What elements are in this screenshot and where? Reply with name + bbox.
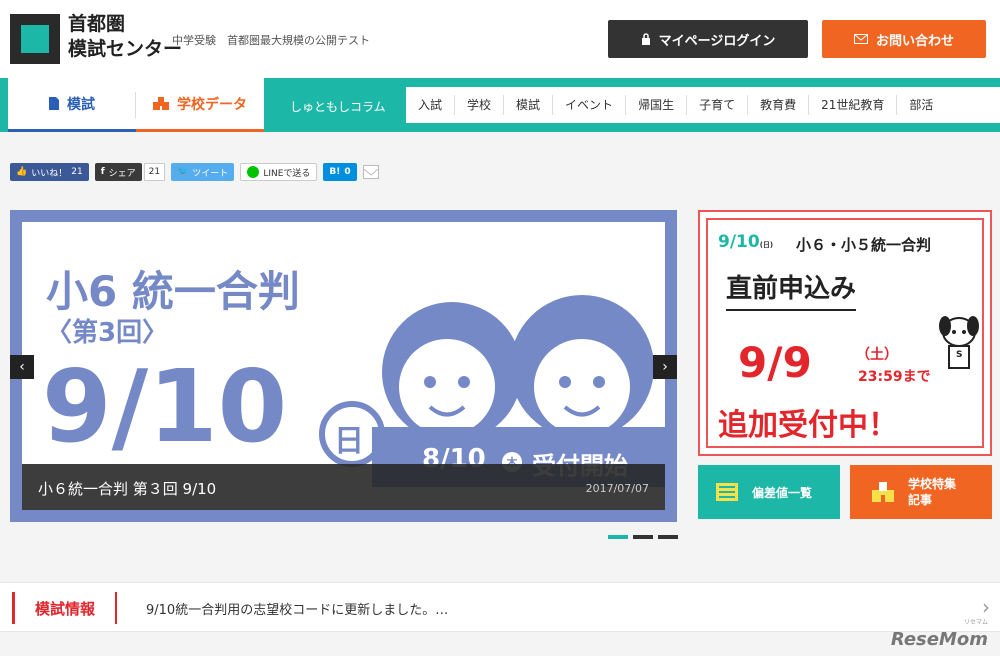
school-feature-button[interactable]: 学校特集 記事 (850, 465, 992, 519)
slider-prev-button[interactable]: ‹ (10, 355, 34, 379)
list-icon (716, 483, 738, 501)
site-header: 首都圏 模試センター 中学受験 首都圏最大規模の公開テスト マイページログイン … (0, 0, 1000, 78)
category-link[interactable]: 子育て (687, 95, 749, 115)
slide-date: 9/10 (42, 348, 288, 465)
lock-icon (641, 33, 650, 45)
mypage-login-button[interactable]: マイページログイン (608, 20, 808, 58)
social-share-bar: 👍 いいね！ 21 f シェア 21 🐦 ツイート LINEで送る B! 0 (10, 163, 379, 181)
line-share-button[interactable]: LINEで送る (240, 163, 318, 181)
tweet-button[interactable]: 🐦 ツイート (171, 163, 235, 181)
main-nav: 模試 学校データ しゅともしコラム 入試 学校 模試 イベント 帰国生 子育て … (0, 78, 1000, 132)
contact-button[interactable]: お問い合わせ (822, 20, 986, 58)
promo-title: 小６・小５統一合判 (796, 236, 932, 254)
promo-banner[interactable]: 9/10(日) 小６・小５統一合判 直前申込み 9/9 （土） 23:59まで … (698, 210, 992, 456)
site-logo-text[interactable]: 首都圏 模試センター (68, 12, 182, 62)
facebook-share-button[interactable]: f シェア (94, 163, 142, 181)
slide-caption-title: 小６統一合判 第３回 9/10 (38, 480, 217, 498)
promo-deadline-day: （土） (856, 347, 898, 363)
category-bar: 入試 学校 模試 イベント 帰国生 子育て 教育費 21世紀教育 部活 (406, 87, 1000, 123)
slider-dot[interactable] (658, 535, 678, 539)
school-icon (153, 97, 169, 110)
category-link[interactable]: 模試 (504, 95, 554, 115)
facebook-icon: f (100, 167, 105, 177)
slide-weekday: 日 (334, 424, 364, 459)
news-ticker[interactable]: 模試情報 9/10統一合判用の志望校コードに更新しました。… › (0, 582, 1000, 632)
hero-slider[interactable]: 小6 統一合判 〈第3回〉 9/10 日 8/10 木 受付開始 小６統一合判 … (10, 210, 677, 522)
category-link[interactable]: 21世紀教育 (809, 95, 898, 115)
news-label: 模試情報 (12, 592, 118, 624)
promo-deadline-time: 23:59まで (858, 369, 931, 385)
tab-moshi[interactable]: 模試 (8, 78, 136, 132)
promo-additional: 追加受付中！ (718, 408, 898, 443)
mail-share-icon[interactable] (362, 165, 379, 179)
dog-mascot-icon (939, 316, 979, 369)
promo-subtitle: 直前申込み (726, 268, 857, 311)
chevron-right-icon[interactable]: › (982, 595, 990, 619)
category-link[interactable]: イベント (553, 95, 627, 115)
site-tagline: 中学受験 首都圏最大規模の公開テスト (172, 34, 370, 47)
slider-next-button[interactable]: › (653, 355, 677, 379)
building-icon (872, 482, 894, 502)
facebook-like-button[interactable]: 👍 いいね！ 21 (10, 163, 89, 181)
share-count: 21 (143, 163, 166, 181)
mail-icon (853, 34, 868, 44)
slide-headline: 小6 統一合判 (46, 267, 300, 316)
slider-dots (608, 535, 678, 539)
mascot-badge: S (956, 350, 963, 360)
category-link[interactable]: 部活 (897, 95, 945, 115)
watermark: ReseMom (890, 629, 988, 650)
document-icon (49, 97, 59, 110)
site-logo-mark[interactable] (10, 14, 60, 64)
slide-round: 〈第3回〉 (46, 318, 169, 348)
category-link[interactable]: 教育費 (748, 95, 810, 115)
hatena-bookmark-button[interactable]: B! 0 (323, 163, 357, 181)
hero-slide[interactable]: 小6 統一合判 〈第3回〉 9/10 日 8/10 木 受付開始 小６統一合判 … (22, 222, 665, 510)
promo-deadline-date: 9/9 (738, 338, 812, 387)
category-link[interactable]: 帰国生 (626, 95, 688, 115)
watermark-small: リセマム (963, 619, 988, 626)
line-icon (247, 166, 260, 178)
slider-dot[interactable] (608, 535, 628, 539)
thumbs-up-icon: 👍 (16, 167, 28, 177)
slider-dot[interactable] (633, 535, 653, 539)
promo-date: 9/10(日) (718, 232, 774, 252)
category-link[interactable]: 入試 (406, 95, 456, 115)
twitter-bird-icon: 🐦 (177, 167, 189, 177)
column-label: しゅともしコラム (290, 100, 386, 114)
slide-caption-date: 2017/07/07 (585, 482, 649, 495)
news-text[interactable]: 9/10統一合判用の志望校コードに更新しました。… (146, 599, 448, 618)
category-link[interactable]: 学校 (455, 95, 505, 115)
slide-caption: 小６統一合判 第３回 9/10 2017/07/07 (22, 464, 665, 510)
tab-school-data[interactable]: 学校データ (136, 78, 264, 132)
deviation-list-button[interactable]: 偏差値一覧 (698, 465, 840, 519)
